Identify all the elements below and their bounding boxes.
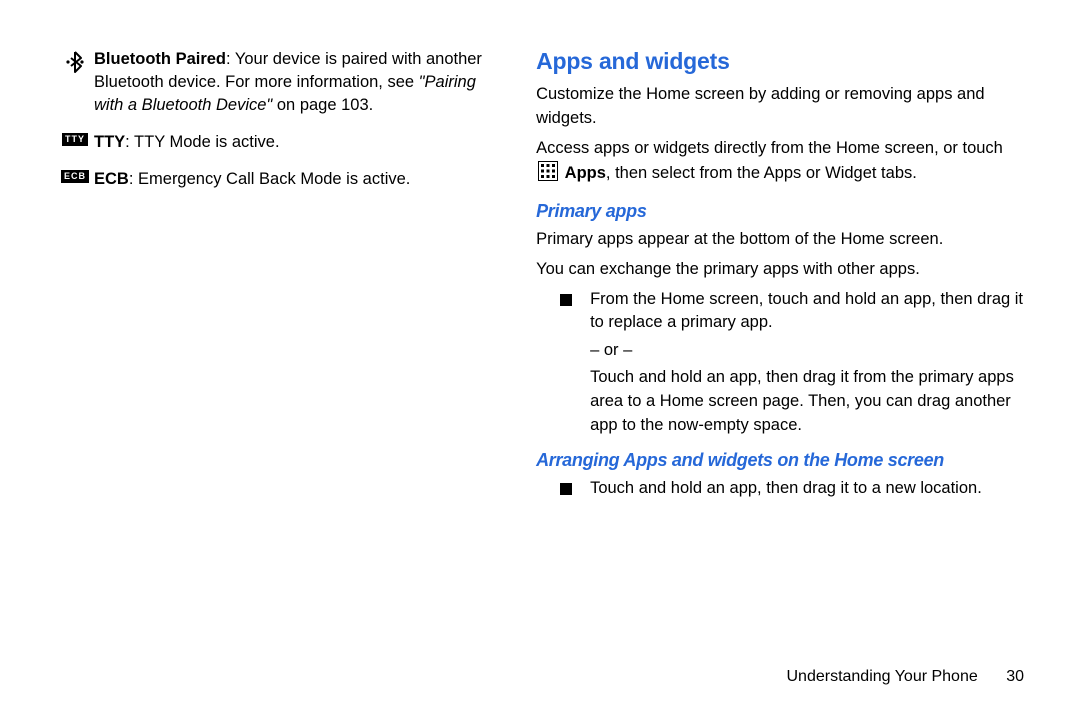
arranging-bullet-1: Touch and hold an app, then drag it to a…: [560, 477, 1024, 501]
or-divider: – or –: [590, 341, 1024, 360]
primary-p2: You can exchange the primary apps with o…: [536, 258, 1024, 282]
apps-grid-icon: [538, 161, 558, 189]
apps-label: Apps: [565, 164, 606, 182]
tty-text: TTY: TTY Mode is active.: [94, 131, 504, 154]
tty-term: TTY: [94, 133, 125, 151]
ecb-badge: ECB: [61, 170, 89, 183]
apps-p2-a: Access apps or widgets directly from the…: [536, 139, 1003, 157]
primary-bullet-1-text: From the Home screen, touch and hold an …: [590, 288, 1024, 336]
bluetooth-desc-b: on page 103.: [272, 96, 373, 114]
apps-p2: Access apps or widgets directly from the…: [536, 137, 1024, 189]
ecb-icon: ECB: [56, 168, 94, 183]
footer-page-number: 30: [1006, 668, 1024, 686]
bluetooth-text: Bluetooth Paired: Your device is paired …: [94, 48, 504, 117]
heading-arranging: Arranging Apps and widgets on the Home s…: [536, 450, 1024, 471]
primary-bullet-1-continuation: Touch and hold an app, then drag it from…: [590, 366, 1024, 438]
square-bullet-icon: [560, 483, 572, 495]
bluetooth-term: Bluetooth Paired: [94, 50, 226, 68]
status-item-bluetooth: Bluetooth Paired: Your device is paired …: [56, 48, 504, 117]
status-item-ecb: ECB ECB: Emergency Call Back Mode is act…: [56, 168, 504, 191]
primary-bullet-1: From the Home screen, touch and hold an …: [560, 288, 1024, 336]
apps-p2-b: , then select from the Apps or Widget ta…: [606, 164, 917, 182]
primary-p1: Primary apps appear at the bottom of the…: [536, 228, 1024, 252]
status-item-tty: TTY TTY: TTY Mode is active.: [56, 131, 504, 154]
footer-section: Understanding Your Phone: [786, 668, 977, 685]
page-footer: Understanding Your Phone 30: [786, 668, 1024, 686]
apps-p1: Customize the Home screen by adding or r…: [536, 83, 1024, 131]
two-column-layout: Bluetooth Paired: Your device is paired …: [56, 48, 1024, 507]
bluetooth-paired-icon: [56, 48, 94, 74]
square-bullet-icon: [560, 294, 572, 306]
heading-apps-and-widgets: Apps and widgets: [536, 48, 1024, 75]
left-column: Bluetooth Paired: Your device is paired …: [56, 48, 504, 507]
ecb-term: ECB: [94, 170, 129, 188]
heading-primary-apps: Primary apps: [536, 201, 1024, 222]
manual-page: Bluetooth Paired: Your device is paired …: [0, 0, 1080, 720]
right-column: Apps and widgets Customize the Home scre…: [536, 48, 1024, 507]
tty-desc: : TTY Mode is active.: [125, 133, 279, 151]
tty-icon: TTY: [56, 131, 94, 146]
tty-badge: TTY: [62, 133, 88, 146]
ecb-desc: : Emergency Call Back Mode is active.: [129, 170, 411, 188]
arranging-bullet-1-text: Touch and hold an app, then drag it to a…: [590, 477, 1024, 501]
ecb-text: ECB: Emergency Call Back Mode is active.: [94, 168, 504, 191]
